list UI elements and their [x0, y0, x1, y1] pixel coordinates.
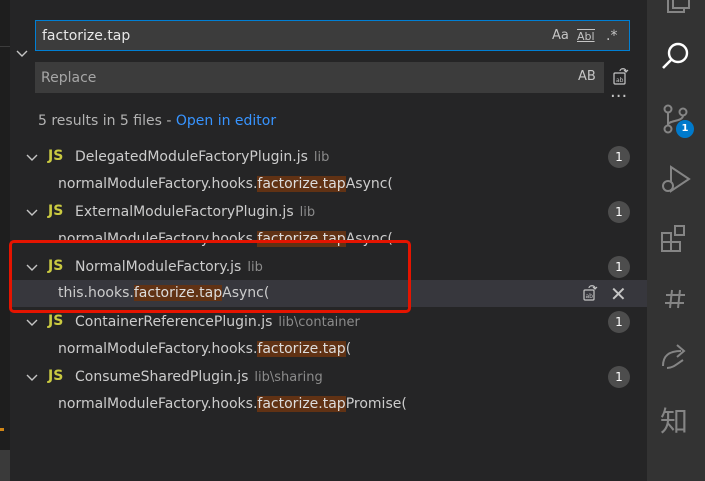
file-dir: lib: [299, 205, 316, 220]
replace-input[interactable]: [41, 62, 541, 93]
run-debug-icon[interactable]: [659, 162, 693, 196]
search-icon[interactable]: [659, 40, 693, 74]
explorer-icon[interactable]: [659, 0, 693, 20]
file-row-external[interactable]: JS ExternalModuleFactoryPlugin.js lib 1: [10, 199, 647, 226]
file-name: DelegatedModuleFactoryPlugin.js lib: [75, 149, 329, 165]
source-control-badge: 1: [676, 120, 694, 138]
match-row[interactable]: normalModuleFactory.hooks.factorize.tapA…: [10, 171, 647, 198]
gutter-scrollbar[interactable]: [0, 450, 10, 481]
extensions-icon[interactable]: [659, 222, 693, 256]
file-name-text: ExternalModuleFactoryPlugin.js: [75, 204, 294, 220]
file-dir: lib: [313, 150, 330, 165]
match-before: normalModuleFactory.hooks.: [58, 396, 258, 412]
chevron-down-icon[interactable]: [26, 153, 38, 163]
git-graph-icon[interactable]: [659, 282, 693, 316]
gutter-marker: [0, 428, 4, 431]
dismiss-match-icon[interactable]: ✕: [610, 282, 627, 306]
file-row-delegated[interactable]: JS DelegatedModuleFactoryPlugin.js lib 1: [10, 144, 647, 171]
file-row-container-reference[interactable]: JS ContainerReferencePlugin.js lib\contai…: [10, 309, 647, 336]
match-highlight: factorize.tap: [257, 396, 346, 412]
file-dir: lib\sharing: [254, 370, 323, 385]
file-name: ExternalModuleFactoryPlugin.js lib: [75, 204, 315, 220]
match-highlight: factorize.tap: [257, 341, 346, 357]
zhihu-icon[interactable]: 知: [660, 400, 688, 440]
match-row[interactable]: normalModuleFactory.hooks.factorize.tapP…: [10, 391, 647, 418]
results-summary: 5 results in 5 files - Open in editor: [38, 113, 276, 129]
match-before: normalModuleFactory.hooks.: [58, 176, 258, 192]
js-file-icon: JS: [48, 148, 64, 164]
match-before: normalModuleFactory.hooks.: [58, 341, 258, 357]
match-text: normalModuleFactory.hooks.factorize.tap(: [58, 341, 351, 357]
whole-word-toggle[interactable]: Abl: [577, 29, 595, 48]
open-in-editor-link[interactable]: Open in editor: [176, 113, 276, 129]
match-highlight: factorize.tap: [257, 176, 346, 192]
file-name: ConsumeSharedPlugin.js lib\sharing: [75, 369, 323, 385]
match-count-badge: 1: [608, 311, 630, 333]
annotation-highlight-box: [9, 240, 411, 313]
file-name: ContainerReferencePlugin.js lib\container: [75, 314, 360, 330]
chevron-down-icon[interactable]: [26, 318, 38, 328]
editor-gutter: [0, 0, 10, 481]
replace-field[interactable]: AB: [35, 62, 604, 93]
file-row-consume-shared[interactable]: JS ConsumeSharedPlugin.js lib\sharing 1: [10, 364, 647, 391]
gutter-divider: [0, 46, 10, 47]
match-after: Async(: [345, 176, 393, 192]
search-field[interactable]: Aa Abl .*: [35, 20, 630, 51]
match-count-badge: 1: [608, 366, 630, 388]
preserve-case-toggle[interactable]: AB: [578, 69, 596, 84]
file-name-text: ContainerReferencePlugin.js: [75, 314, 273, 330]
toggle-replace-chevron-icon[interactable]: [16, 48, 28, 60]
match-after: (: [345, 341, 352, 357]
chevron-down-icon[interactable]: [26, 373, 38, 383]
more-actions-icon[interactable]: ···: [610, 88, 627, 106]
match-row[interactable]: normalModuleFactory.hooks.factorize.tap(: [10, 336, 647, 363]
search-input[interactable]: [42, 21, 542, 50]
file-name-text: DelegatedModuleFactoryPlugin.js: [75, 149, 308, 165]
chevron-down-icon[interactable]: [26, 208, 38, 218]
match-text: normalModuleFactory.hooks.factorize.tapA…: [58, 176, 393, 192]
replace-all-icon[interactable]: ab: [612, 66, 632, 86]
match-count-badge: 1: [608, 256, 630, 278]
regex-toggle[interactable]: .*: [606, 27, 617, 45]
js-file-icon: JS: [48, 203, 64, 219]
file-name-text: ConsumeSharedPlugin.js: [75, 369, 249, 385]
summary-text: 5 results in 5 files -: [38, 113, 176, 129]
match-count-badge: 1: [608, 146, 630, 168]
svg-text:ab: ab: [586, 293, 594, 300]
live-share-icon[interactable]: [659, 340, 693, 374]
replace-match-icon[interactable]: ab: [582, 284, 600, 302]
js-file-icon: JS: [48, 368, 64, 384]
file-dir: lib\container: [278, 315, 360, 330]
js-file-icon: JS: [48, 313, 64, 329]
svg-text:ab: ab: [616, 77, 624, 84]
match-text: normalModuleFactory.hooks.factorize.tapP…: [58, 396, 407, 412]
match-after: Promise(: [345, 396, 407, 412]
match-case-toggle[interactable]: Aa: [552, 27, 569, 45]
match-count-badge: 1: [608, 201, 630, 223]
